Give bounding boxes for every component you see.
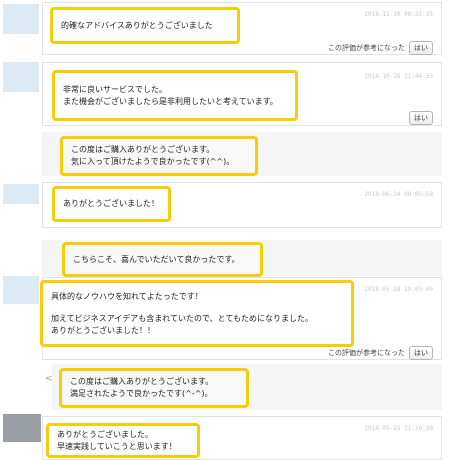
reply-line: 気に入って頂けたようで良かったです(^^)。 [71, 157, 235, 166]
review-line: 早速実践していこうと思います！ [57, 441, 177, 451]
review-text: 非常に良いサービスでした。 また機会がございましたら是非利用したいと考えています… [52, 70, 298, 121]
reply-line: 満足されたようで良かったです(^-^)。 [70, 389, 213, 398]
reviewer-avatar [3, 62, 39, 92]
review-text: 具体的なノウハウを知れてよたったです！ 加えてビジネスアイデアも含まれていたので… [40, 280, 354, 347]
reviewer-avatar [3, 184, 39, 204]
review-line: 加えてビジネスアイデアも含まれていたので、とてもためになりました。 [51, 313, 313, 323]
review-timestamp: 2018-05-28 19:05:49 [364, 286, 433, 293]
reply-line: この度はご購入ありがとうございます。 [70, 377, 214, 386]
helpful-yes-button[interactable]: はい [409, 111, 433, 125]
reviewer-avatar [3, 414, 41, 442]
review-text: ありがとうございました。 早速実践していこうと思います！ [46, 423, 200, 458]
helpful-yes-button[interactable]: はい [409, 346, 433, 360]
helpful-vote: はい [409, 111, 433, 125]
review-line: ありがとうございました。 [57, 429, 153, 439]
review-line: 非常に良いサービスでした。 [63, 84, 167, 94]
reviewer-avatar [3, 4, 39, 34]
review-line: ありがとうございました！ [63, 199, 159, 208]
helpful-prompt: この評価が参考になった [328, 349, 405, 357]
review-timestamp: 2018-11-10 00:32:35 [364, 11, 433, 18]
helpful-vote: この評価が参考になった はい [328, 41, 433, 55]
review-timestamp: 2018-06-24 00:05:59 [364, 191, 433, 198]
review-text: ありがとうございました！ [52, 186, 171, 222]
reply-line: こちらこそ、喜んでいただいて良かったです。 [73, 254, 240, 264]
review-timestamp: 2018-05-25 21:29:30 [364, 425, 433, 432]
review-line: また機会がございましたら是非利用したいと考えています。 [63, 96, 278, 106]
review-line: ありがとうございました！！ [51, 325, 155, 335]
reply-line: この度はご購入ありがとうございます。 [71, 145, 215, 154]
review-text: 的確なアドバイスありがとうございました [50, 7, 240, 44]
helpful-vote: この評価が参考になった はい [328, 346, 433, 360]
line-break [51, 303, 343, 313]
helpful-yes-button[interactable]: はい [409, 41, 433, 55]
reply-text: こちらこそ、喜んでいただいて良かったです。 [62, 242, 263, 277]
helpful-prompt: この評価が参考になった [328, 44, 405, 52]
reply-text: この度はご購入ありがとうございます。 満足されたようで良かったです(^-^)。 [59, 368, 249, 408]
reply-text: この度はご購入ありがとうございます。 気に入って頂けたようで良かったです(^^)… [60, 136, 258, 176]
reviewer-avatar [3, 276, 39, 304]
review-line: 的確なアドバイスありがとうございました [61, 20, 213, 30]
review-timestamp: 2018-10-26 21:44:33 [364, 73, 433, 80]
review-line: 具体的なノウハウを知れてよたったです！ [51, 291, 203, 301]
